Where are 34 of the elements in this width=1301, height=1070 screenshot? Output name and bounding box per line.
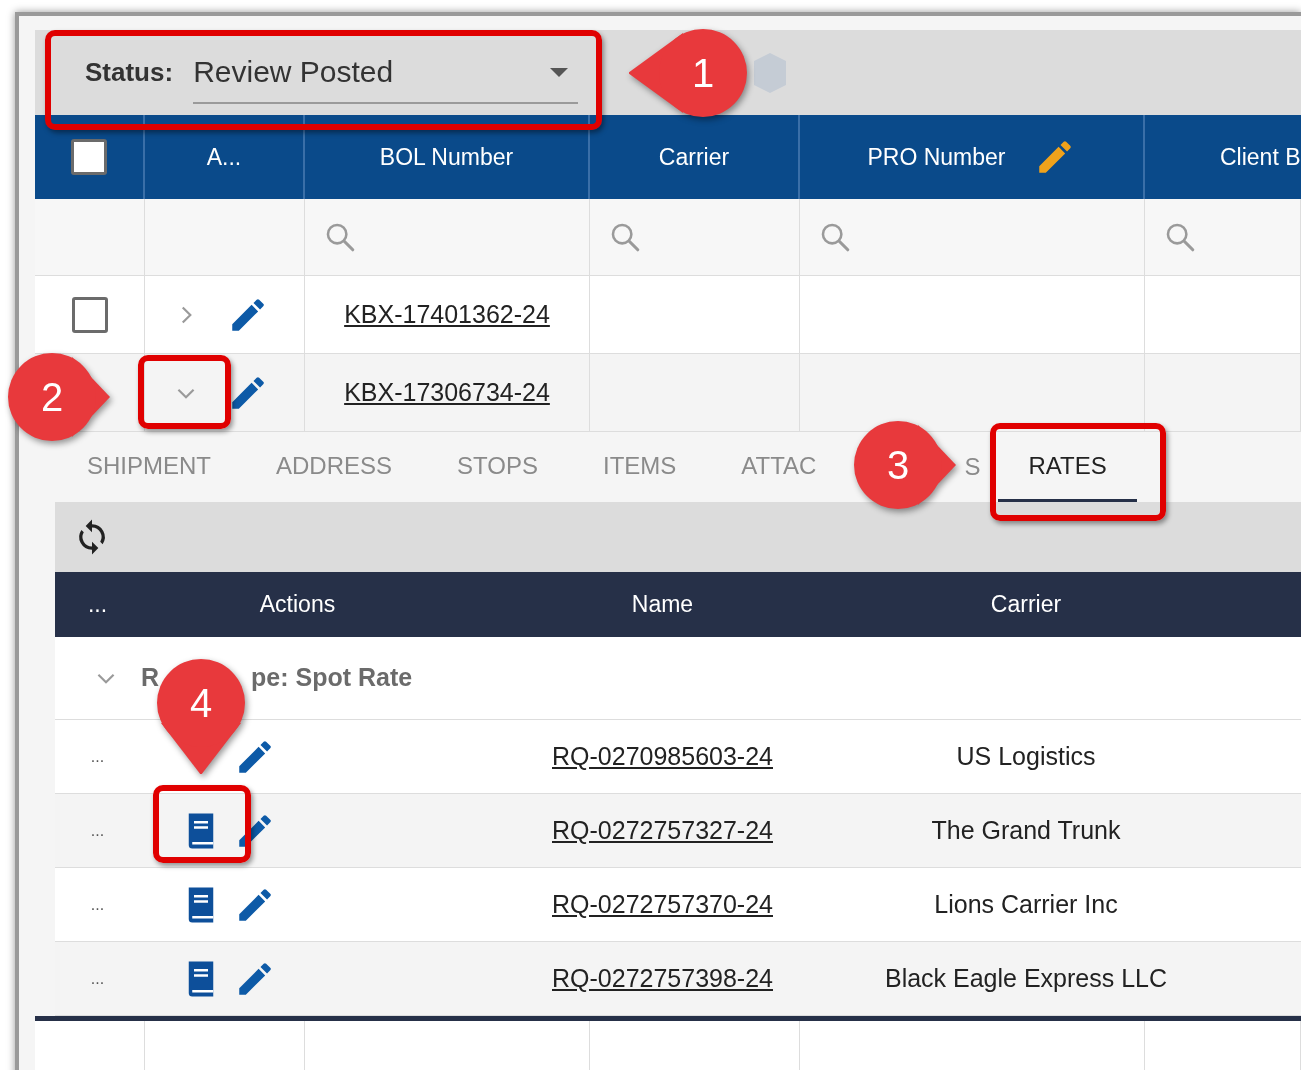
column-header[interactable]: ... xyxy=(55,587,140,622)
status-dropdown[interactable]: Review Posted xyxy=(193,41,579,104)
group-label: R xyxy=(141,662,160,694)
callout-number: 4 xyxy=(188,683,214,723)
callout-number: 3 xyxy=(885,445,911,485)
column-header[interactable]: Client B xyxy=(1220,139,1301,175)
row-menu[interactable]: ... xyxy=(55,892,140,917)
rate-link[interactable]: RQ-0272757327-24 xyxy=(552,815,773,844)
table-cell-text: Black Eagle Express LLC xyxy=(883,962,1169,994)
column-header[interactable]: A... xyxy=(206,139,242,175)
table-cell-text: The Grand Trunk xyxy=(930,814,1122,846)
group-label: pe: Spot Rate xyxy=(251,662,413,694)
callout-number: 1 xyxy=(690,53,716,93)
checkbox[interactable] xyxy=(71,139,107,175)
table-cell-text: US Logistics xyxy=(955,740,1097,772)
rate-link[interactable]: RQ-0272757370-24 xyxy=(552,889,773,918)
bol-link[interactable]: KBX-17306734-24 xyxy=(344,373,550,412)
column-header[interactable]: Actions xyxy=(140,587,455,622)
column-header[interactable]: Carrier xyxy=(870,587,1182,622)
column-header[interactable]: BOL Number xyxy=(379,139,514,175)
callout-number: 2 xyxy=(39,377,65,417)
row-menu[interactable]: ... xyxy=(55,744,140,769)
caret-icon xyxy=(548,65,571,78)
checkbox[interactable] xyxy=(71,296,108,333)
row-menu[interactable]: ... xyxy=(55,818,140,843)
status-label: Status: xyxy=(85,56,174,89)
table-cell-text: Lions Carrier Inc xyxy=(933,888,1119,920)
column-header[interactable]: Name xyxy=(455,587,870,622)
rate-link[interactable]: RQ-0272757398-24 xyxy=(552,963,773,992)
bol-link[interactable]: KBX-17401362-24 xyxy=(344,295,550,334)
row-menu[interactable]: ... xyxy=(55,966,140,991)
column-header[interactable]: Carrier xyxy=(658,139,730,175)
column-header[interactable]: PRO Number xyxy=(867,139,1006,175)
rate-link[interactable]: RQ-0270985603-24 xyxy=(552,741,773,770)
